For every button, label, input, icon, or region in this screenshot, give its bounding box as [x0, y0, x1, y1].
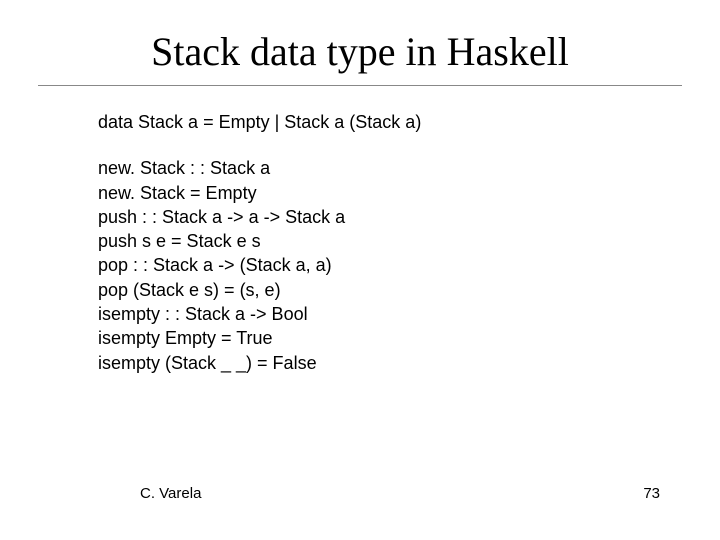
slide-content: data Stack a = Empty | Stack a (Stack a)…	[0, 86, 720, 375]
code-line: push : : Stack a -> a -> Stack a	[98, 205, 622, 229]
code-line: pop (Stack e s) = (s, e)	[98, 278, 622, 302]
code-line: pop : : Stack a -> (Stack a, a)	[98, 253, 622, 277]
footer-page-number: 73	[643, 485, 660, 502]
data-declaration-line: data Stack a = Empty | Stack a (Stack a)	[98, 110, 622, 134]
code-line: new. Stack : : Stack a	[98, 156, 622, 180]
code-line: isempty (Stack _ _) = False	[98, 351, 622, 375]
slide-footer: C. Varela 73	[0, 485, 720, 502]
code-line: new. Stack = Empty	[98, 181, 622, 205]
code-block: new. Stack : : Stack a new. Stack = Empt…	[98, 156, 622, 375]
slide-title: Stack data type in Haskell	[0, 0, 720, 85]
footer-author: C. Varela	[140, 485, 201, 502]
code-line: push s e = Stack e s	[98, 229, 622, 253]
code-line: isempty : : Stack a -> Bool	[98, 302, 622, 326]
code-line: isempty Empty = True	[98, 326, 622, 350]
